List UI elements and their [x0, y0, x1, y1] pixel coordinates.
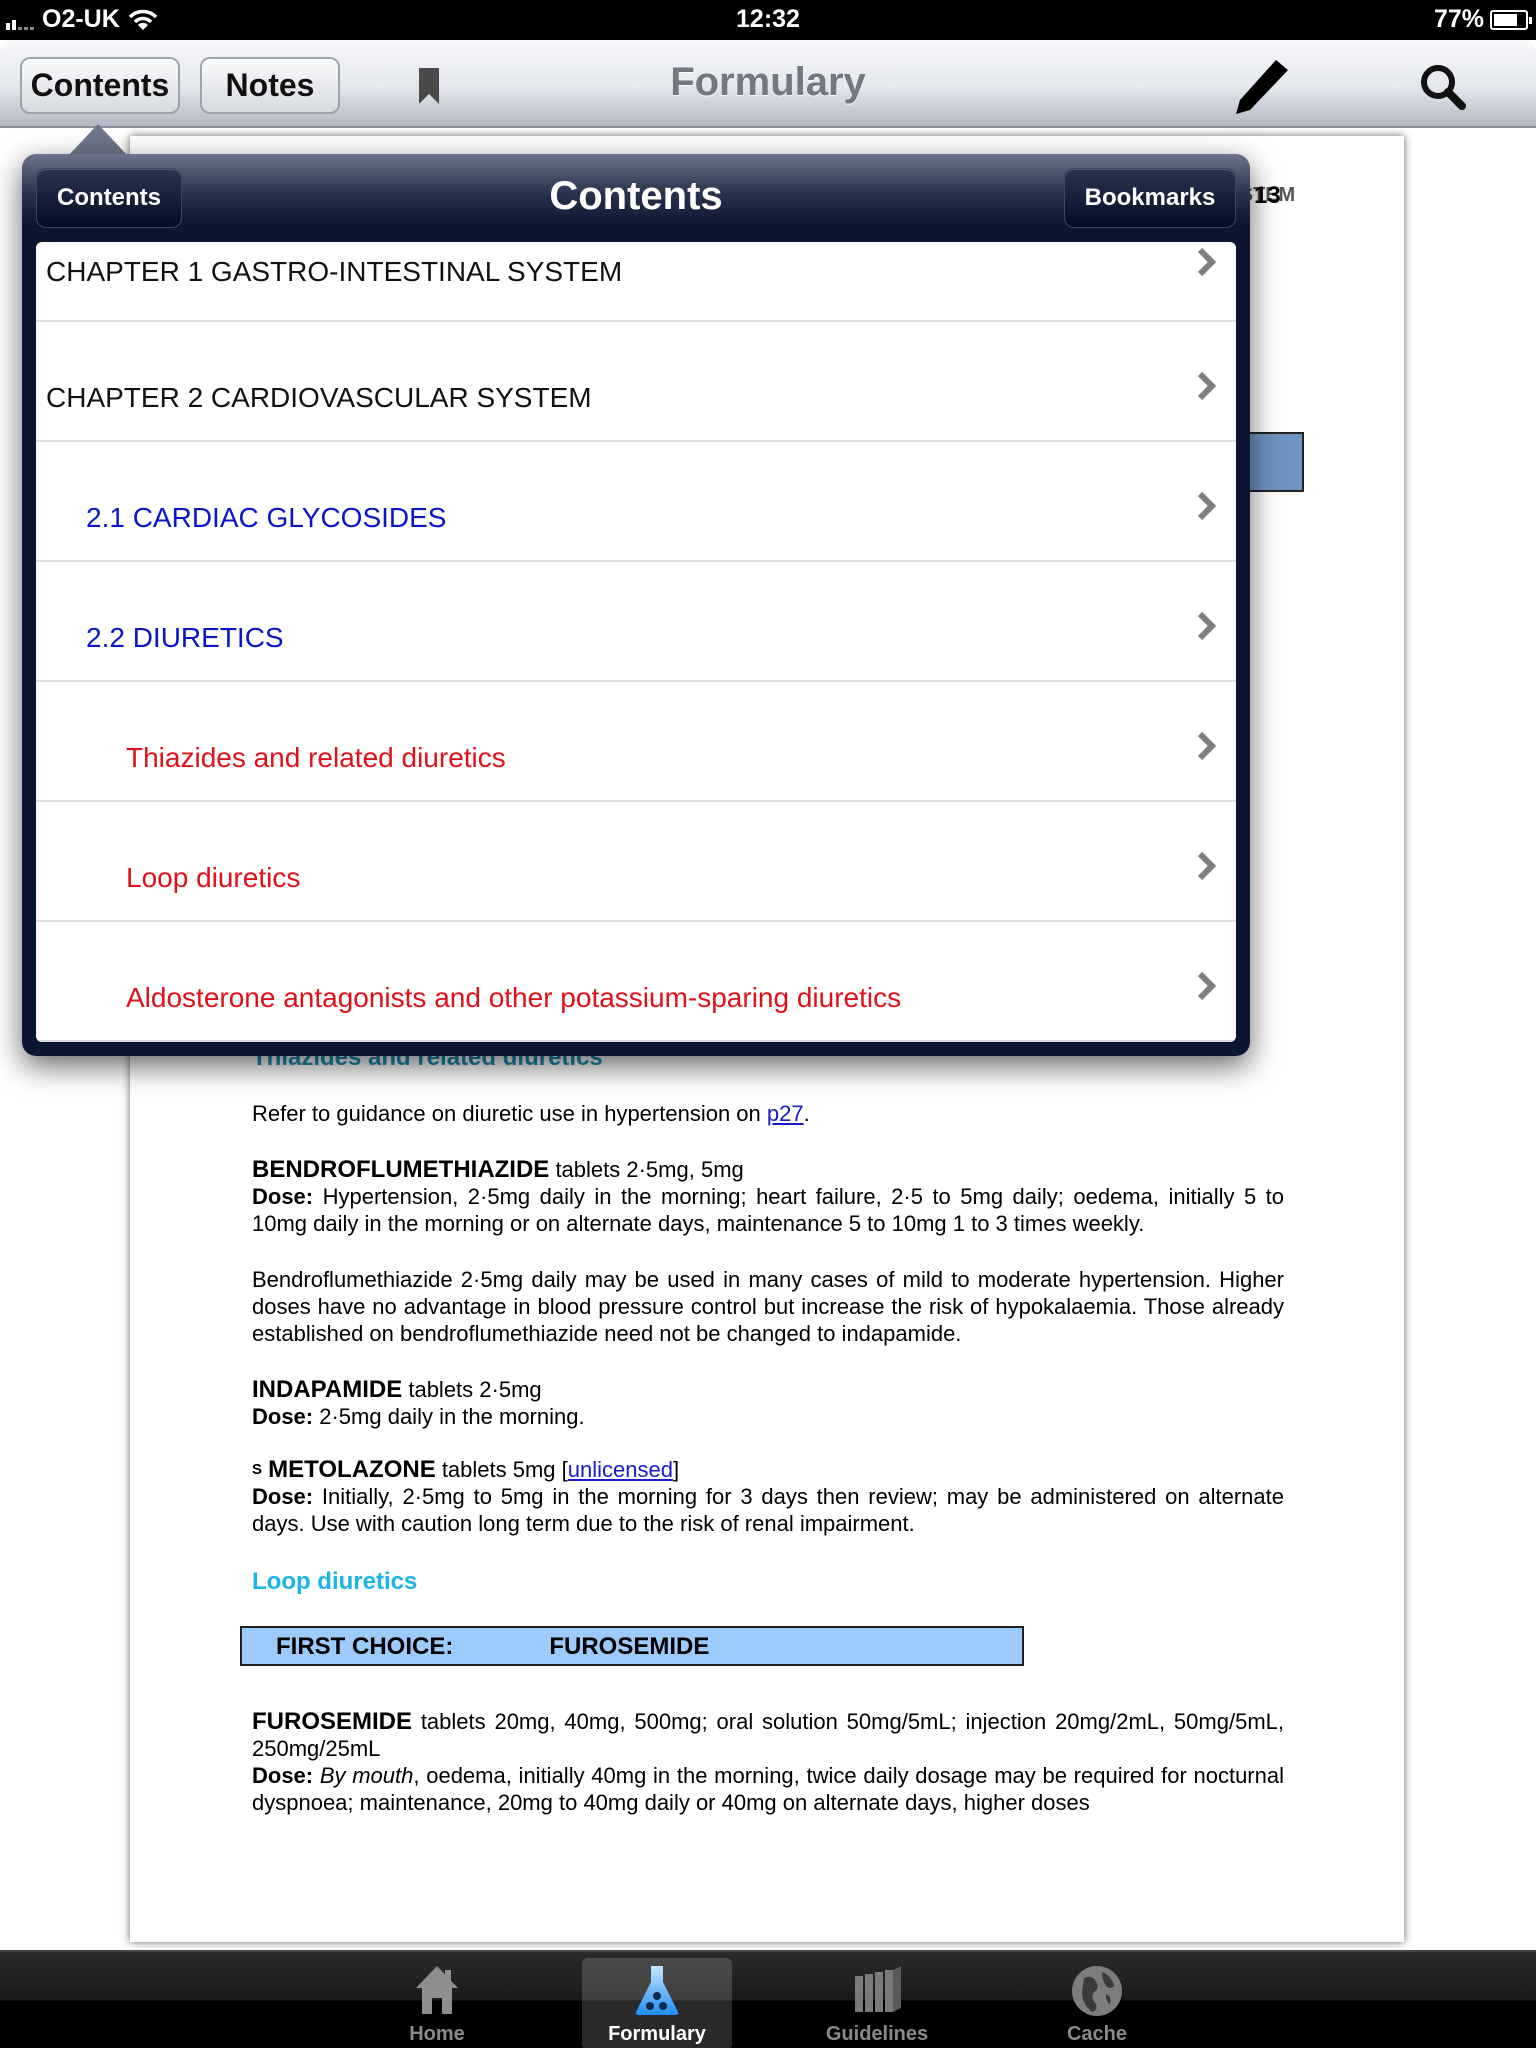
drug-forms: tablets 2·5mg [402, 1377, 542, 1402]
drug-entry-metolazone: S METOLAZONE tablets 5mg [unlicensed] Do… [252, 1456, 1284, 1537]
refer-paragraph: Refer to guidance on diuretic use in hyp… [252, 1100, 1284, 1127]
flask-icon [635, 1966, 679, 2015]
status-bar: O2-UK 12:32 77% [0, 0, 1536, 40]
clock: 12:32 [736, 5, 800, 33]
pencil-icon[interactable] [1232, 58, 1292, 116]
drug-entry-bendroflumethiazide: BENDROFLUMETHIAZIDE tablets 2·5mg, 5mg D… [252, 1156, 1284, 1237]
dose-text: Hypertension, 2·5mg daily in the morning… [252, 1184, 1284, 1236]
chevron-right-icon [1197, 851, 1217, 881]
drug-forms: tablets 5mg [ [435, 1457, 568, 1482]
specialist-marker: S [252, 1461, 263, 1478]
notes-button[interactable]: Notes [200, 57, 340, 114]
tab-label: Home [409, 2023, 465, 2045]
contents-popover: Contents Contents Bookmarks CHAPTER 1 GA… [22, 154, 1250, 1056]
tab-label: Cache [1066, 2023, 1128, 2045]
contents-item-label: 2.1 CARDIAC GLYCOSIDES [86, 502, 447, 533]
dose-text: Initially, 2·5mg to 5mg in the morning f… [252, 1484, 1284, 1536]
search-icon[interactable] [1418, 62, 1468, 112]
chevron-right-icon [1197, 491, 1217, 521]
tab-home[interactable]: Home [362, 1958, 512, 2048]
tab-formulary[interactable]: Formulary [582, 1958, 732, 2048]
home-icon [416, 1966, 458, 2014]
contents-item-label: CHAPTER 2 CARDIOVASCULAR SYSTEM [46, 382, 592, 413]
drug-forms: tablets 2·5mg, 5mg [549, 1157, 744, 1182]
dose-label: Dose: [252, 1184, 314, 1209]
battery-percent: 77% [1433, 5, 1484, 33]
refer-text: Refer to guidance on diuretic use in hyp… [252, 1101, 767, 1126]
top-navigation-bar: Contents Notes Formulary [0, 40, 1536, 128]
dose-label: Dose: [252, 1404, 314, 1429]
contents-item-label: CHAPTER 1 GASTRO-INTESTINAL SYSTEM [46, 256, 623, 287]
contents-item-label: Aldosterone antagonists and other potass… [126, 982, 902, 1013]
contents-list-item[interactable]: CHAPTER 2 CARDIOVASCULAR SYSTEM [36, 322, 1236, 442]
contents-item-label: Thiazides and related diuretics [126, 742, 506, 773]
chevron-right-icon [1197, 247, 1217, 277]
refer-end: . [803, 1101, 810, 1126]
chevron-right-icon [1197, 731, 1217, 761]
battery-icon [1490, 9, 1532, 30]
books-icon [855, 1966, 901, 2012]
status-right: 77% [1433, 5, 1532, 34]
popover-arrow [68, 124, 128, 156]
contents-list-item[interactable]: Aldosterone antagonists and other potass… [36, 922, 1236, 1042]
battery-level-fill [1494, 13, 1518, 26]
contents-list-item[interactable]: 2.2 DIURETICS [36, 562, 1236, 682]
chevron-right-icon [1197, 971, 1217, 1001]
contents-list-item[interactable]: Thiazides and related diuretics [36, 682, 1236, 802]
contents-list-item[interactable]: 2.1 CARDIAC GLYCOSIDES [36, 442, 1236, 562]
first-choice-value: FUROSEMIDE [549, 1632, 710, 1660]
contents-button[interactable]: Contents [20, 57, 180, 114]
unlicensed-link[interactable]: unlicensed [568, 1457, 673, 1482]
contents-item-label: Loop diuretics [126, 862, 301, 893]
first-choice-label: FIRST CHOICE: [276, 1632, 454, 1660]
tab-label: Formulary [608, 2023, 706, 2045]
contents-list-item[interactable]: Loop diuretics [36, 802, 1236, 922]
contents-item-label: 2.2 DIURETICS [86, 622, 284, 653]
section-heading-loop: Loop diuretics [252, 1568, 418, 1595]
chevron-right-icon [1197, 611, 1217, 641]
contents-list-item[interactable]: CHAPTER 1 GASTRO-INTESTINAL SYSTEM [36, 242, 1236, 322]
dose-label: Dose: [252, 1484, 314, 1509]
first-choice-box: FIRST CHOICE: FUROSEMIDE [240, 1626, 1024, 1666]
drug-entry-furosemide: FUROSEMIDE tablets 20mg, 40mg, 500mg; or… [252, 1708, 1284, 1816]
drug-entry-indapamide: INDAPAMIDE tablets 2·5mg Dose: 2·5mg dai… [252, 1376, 1284, 1430]
tab-cache[interactable]: Cache [1022, 1958, 1172, 2048]
tab-guidelines[interactable]: Guidelines [802, 1958, 952, 2048]
drug-name: METOLAZONE [268, 1456, 436, 1483]
drug-name: BENDROFLUMETHIAZIDE [252, 1156, 550, 1183]
chevron-right-icon [1197, 371, 1217, 401]
globe-icon [1072, 1966, 1122, 2016]
drug-forms-end: ] [672, 1457, 680, 1482]
tab-bar: Home Formulary Guidelines Cache [0, 1950, 1536, 2048]
bookmarks-button[interactable]: Bookmarks [1064, 168, 1236, 228]
bookmark-icon[interactable] [418, 68, 440, 104]
drug-name: FUROSEMIDE [252, 1708, 413, 1735]
dose-label: Dose: [252, 1763, 314, 1788]
p27-link[interactable]: p27 [767, 1101, 804, 1126]
page-number: 13 [1254, 182, 1281, 209]
dose-route: By mouth [319, 1763, 414, 1788]
dose-text: 2·5mg daily in the morning. [313, 1404, 585, 1429]
bendroflumethiazide-note: Bendroflumethiazide 2·5mg daily may be u… [252, 1267, 1284, 1346]
contents-list: CHAPTER 1 GASTRO-INTESTINAL SYSTEM CHAPTE… [36, 242, 1236, 1042]
tab-label: Guidelines [825, 2023, 929, 2045]
drug-name: INDAPAMIDE [252, 1376, 403, 1403]
